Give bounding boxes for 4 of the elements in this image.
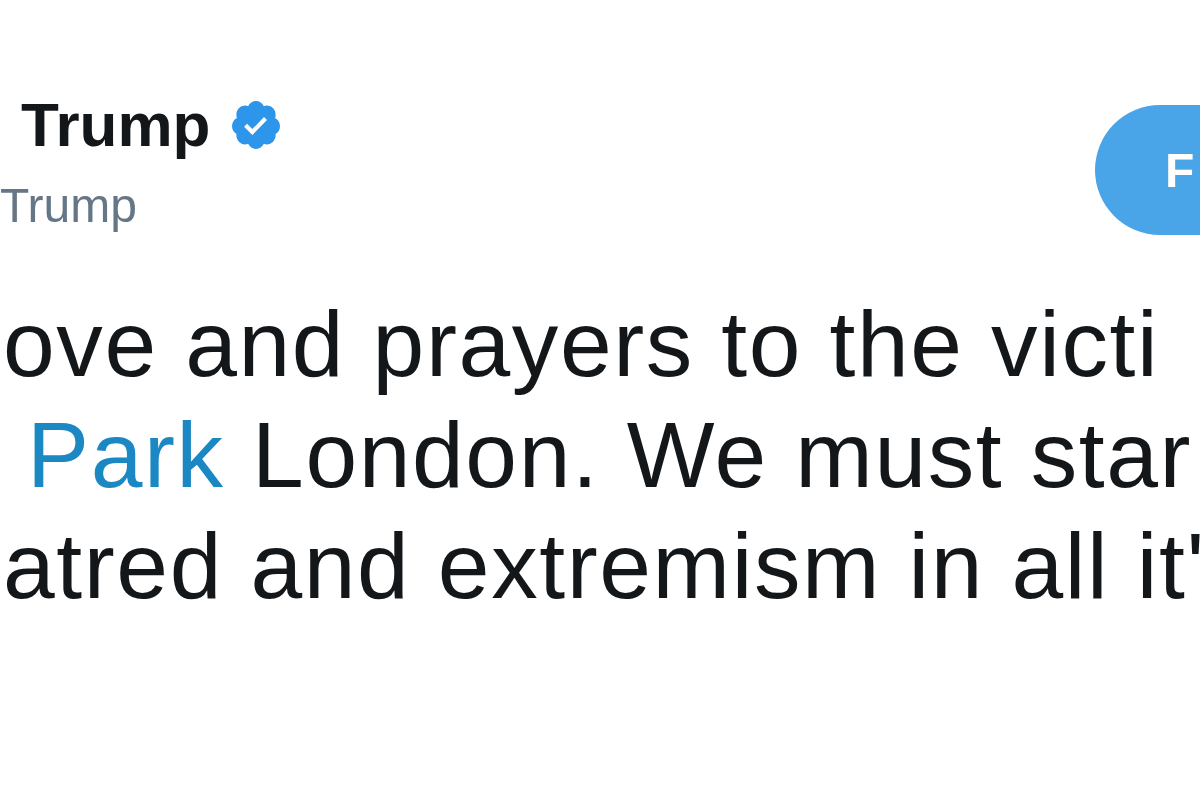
author-name: Trump [21, 90, 211, 160]
author-handle: Trump [0, 179, 137, 233]
follow-button[interactable]: F [1095, 105, 1200, 235]
hashtag-link[interactable]: Park [27, 403, 225, 507]
